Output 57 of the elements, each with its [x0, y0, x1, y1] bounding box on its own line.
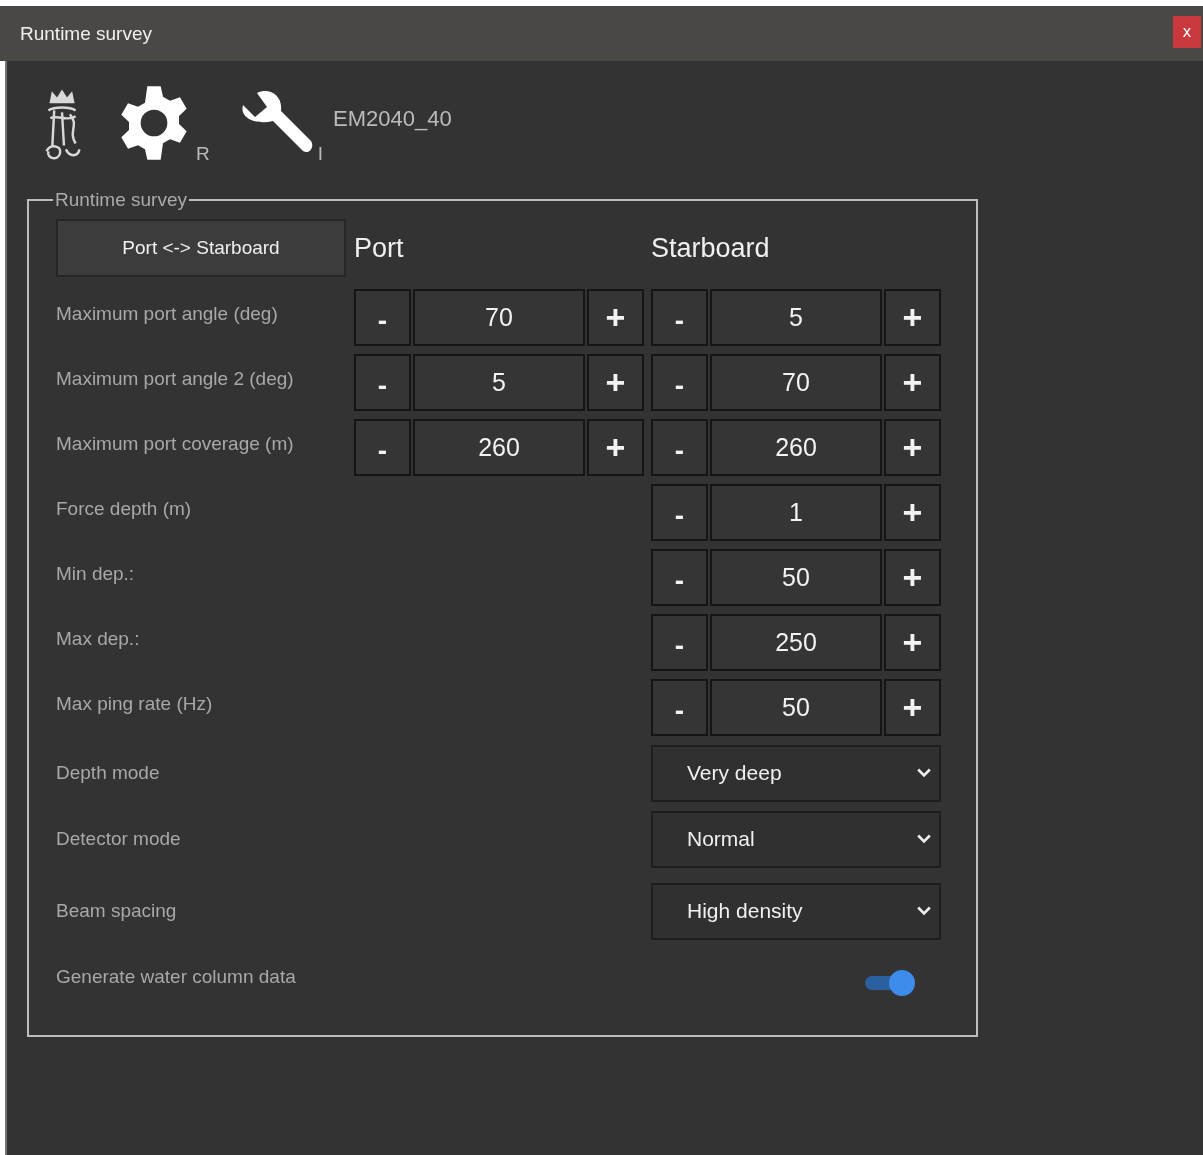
increment-button[interactable]: +	[587, 354, 644, 411]
increment-button[interactable]: +	[587, 419, 644, 476]
decrement-button[interactable]: -	[651, 419, 708, 476]
setting-label: Force depth (m)	[56, 497, 193, 520]
decrement-button[interactable]: -	[354, 289, 411, 346]
setting-label: Max dep.:	[56, 627, 141, 650]
setting-label: Detector mode	[56, 828, 182, 850]
increment-button[interactable]: +	[884, 289, 941, 346]
increment-button[interactable]: +	[884, 679, 941, 736]
value-field[interactable]: 50	[710, 679, 882, 736]
setting-label: Generate water column data	[56, 965, 297, 988]
group-title: Runtime survey	[54, 189, 188, 211]
tool-label: I	[317, 143, 323, 165]
value-field[interactable]: 260	[710, 419, 882, 476]
close-button[interactable]: x	[1173, 15, 1201, 48]
decrement-button[interactable]: -	[651, 354, 708, 411]
increment-button[interactable]: +	[884, 484, 941, 541]
value-field[interactable]: 70	[710, 354, 882, 411]
dropdown[interactable]: Normal	[651, 810, 941, 868]
value-field[interactable]: 70	[413, 289, 585, 346]
setting-label: Max ping rate (Hz)	[56, 692, 214, 715]
value-field[interactable]: 1	[710, 484, 882, 541]
decrement-button[interactable]: -	[651, 679, 708, 736]
window-title: Runtime survey	[20, 22, 152, 45]
setting-label: Beam spacing	[56, 900, 178, 922]
toggle-switch[interactable]	[865, 970, 915, 996]
column-heading: Starboard	[651, 232, 770, 264]
increment-button[interactable]: +	[884, 614, 941, 671]
decrement-button[interactable]: -	[651, 549, 708, 606]
settings-label: R	[196, 143, 210, 165]
value-field[interactable]: 5	[413, 354, 585, 411]
decrement-button[interactable]: -	[651, 614, 708, 671]
increment-button[interactable]: +	[587, 289, 644, 346]
increment-button[interactable]: +	[884, 549, 941, 606]
dropdown[interactable]: Very deep	[651, 744, 941, 802]
setting-label: Maximum port angle 2 (deg)	[56, 367, 295, 390]
increment-button[interactable]: +	[884, 419, 941, 476]
value-field[interactable]: 5	[710, 289, 882, 346]
dropdown[interactable]: High density	[651, 882, 941, 940]
swap-button[interactable]: Port <-> Starboard	[56, 219, 346, 277]
chevron-icon	[917, 906, 931, 916]
chevron-icon	[917, 768, 931, 778]
value-field[interactable]: 250	[710, 614, 882, 671]
setting-label: Maximum port angle (deg)	[56, 302, 279, 325]
setting-label: Maximum port coverage (m)	[56, 432, 295, 455]
decrement-button[interactable]: -	[354, 419, 411, 476]
value-field[interactable]: 50	[710, 549, 882, 606]
decrement-button[interactable]: -	[651, 484, 708, 541]
column-heading: Port	[354, 232, 405, 264]
increment-button[interactable]: +	[884, 354, 941, 411]
setting-label: Min dep.:	[56, 562, 136, 585]
chevron-icon	[917, 834, 931, 844]
device-name: EM2040_40	[333, 106, 452, 132]
setting-label: Depth mode	[56, 762, 161, 784]
decrement-button[interactable]: -	[354, 354, 411, 411]
decrement-button[interactable]: -	[651, 289, 708, 346]
value-field[interactable]: 260	[413, 419, 585, 476]
